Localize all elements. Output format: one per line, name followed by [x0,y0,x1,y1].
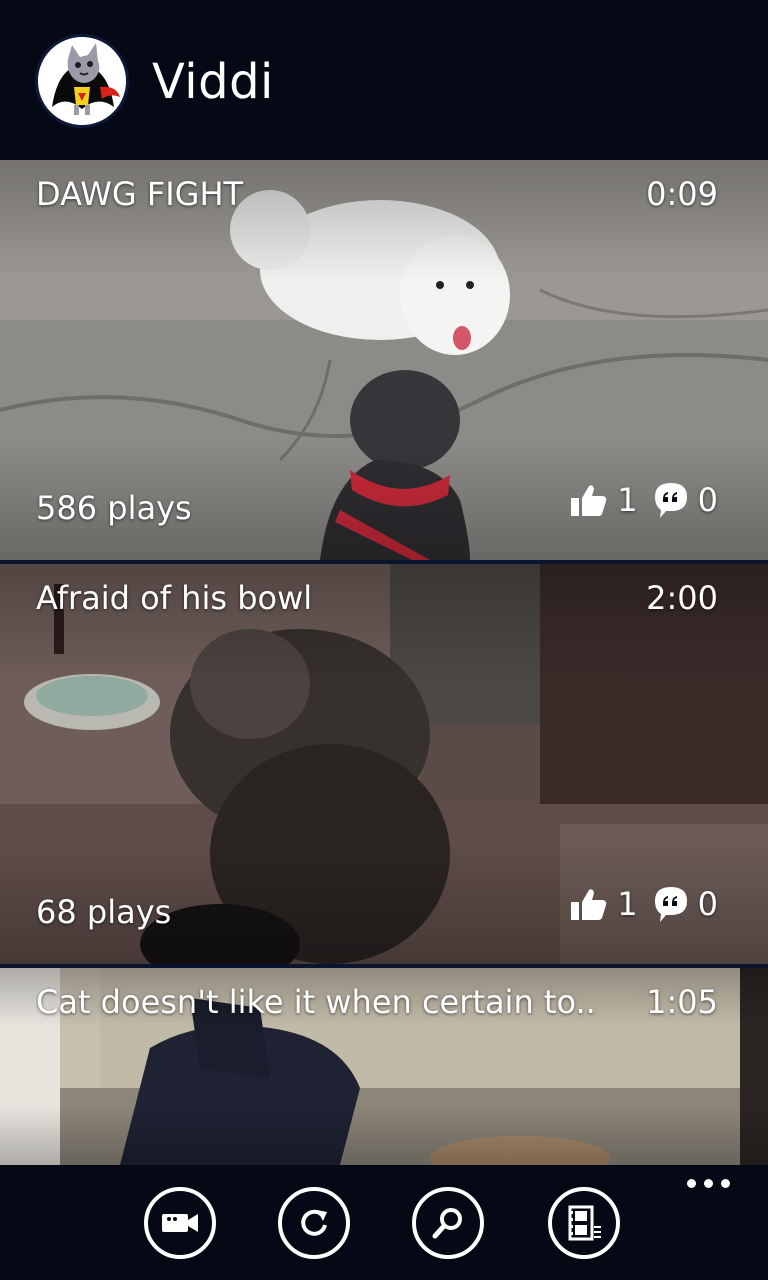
video-duration: 1:05 [646,983,718,1021]
ellipsis-icon [687,1179,696,1188]
thumbs-up-icon [571,485,607,516]
film-list-icon [568,1205,601,1241]
like-count: 1 [617,885,638,923]
ellipsis-icon [704,1179,713,1188]
like-count: 1 [617,481,638,519]
video-duration: 0:09 [646,175,718,213]
more-options-button[interactable] [687,1179,730,1188]
refresh-button[interactable] [278,1187,350,1259]
app-title: Viddi [152,54,274,110]
play-count: 68 plays [36,893,172,931]
ellipsis-icon [721,1179,730,1188]
video-card[interactable]: Cat doesn't like it when certain to... 1… [0,968,768,1165]
video-list-button[interactable] [548,1187,620,1259]
play-count: 586 plays [36,489,192,527]
comment-icon [654,483,687,518]
comment-count: 0 [697,885,718,923]
app-logo [38,37,126,125]
refresh-icon [301,1209,327,1236]
video-stats: 1 0 [569,478,718,522]
video-card[interactable]: Afraid of his bowl 2:00 68 plays 1 0 [0,564,768,964]
video-duration: 2:00 [646,579,718,617]
record-video-button[interactable] [144,1187,216,1259]
video-title: DAWG FIGHT [36,175,244,213]
app-header: Viddi [0,0,768,160]
video-camera-icon [162,1214,198,1232]
video-stats: 1 0 [569,882,718,926]
comment-icon [654,887,687,922]
app-bar [0,1165,768,1280]
search-button[interactable] [412,1187,484,1259]
video-title: Afraid of his bowl [36,579,313,617]
thumbs-up-icon [571,889,607,920]
video-feed[interactable]: DAWG FIGHT 0:09 586 plays 1 0 Afraid of … [0,160,768,1165]
search-icon [432,1208,462,1239]
video-card[interactable]: DAWG FIGHT 0:09 586 plays 1 0 [0,160,768,560]
video-title: Cat doesn't like it when certain to... [36,983,596,1021]
comment-count: 0 [697,481,718,519]
